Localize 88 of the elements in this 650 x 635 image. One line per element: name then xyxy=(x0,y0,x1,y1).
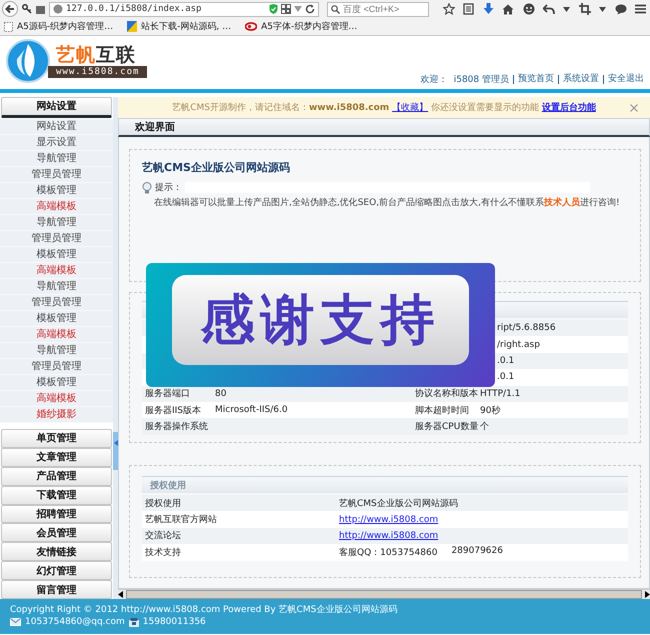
website-link[interactable]: http://www.i5808.com xyxy=(339,530,438,541)
tile-icon xyxy=(127,21,138,32)
chat-icon[interactable] xyxy=(614,4,627,14)
table-cell: 交流论坛 xyxy=(145,531,181,542)
website-link[interactable]: http://www.i5808.com xyxy=(339,514,438,525)
table-cell-text: 客服QQ：1053754860 xyxy=(339,546,438,559)
table-cell: 授权使用 xyxy=(145,498,181,509)
table-cell: 技术支持 xyxy=(145,548,181,558)
table-cell: 协议名称和版本 xyxy=(415,389,478,400)
smiley-icon[interactable] xyxy=(522,3,535,15)
close-icon[interactable] xyxy=(630,104,638,112)
menu-group-header[interactable]: 文章管理 xyxy=(1,448,112,467)
sail-logo-icon xyxy=(6,39,50,83)
menu-group-header[interactable]: 网站设置 xyxy=(1,97,112,118)
table-cell: 服务器操作系统 xyxy=(145,422,208,432)
phone-text: 15980011356 xyxy=(142,616,206,628)
notice-text: 艺帆CMS开源制作，请记住域名：www.i5808.com 【收藏】 你还没设置需要显示的功能 设置后台功能 xyxy=(172,101,596,114)
bookmark-link[interactable]: A5源码-织梦内容管理… xyxy=(4,20,114,33)
settings-link[interactable]: 设置后台功能 xyxy=(542,103,596,113)
page-tab[interactable]: 欢迎界面 xyxy=(119,120,175,134)
copyright-text: Copyright Right © 2012 http://www.i5808.com Powered By 艺帆CMS企业版公司网站源码 xyxy=(10,604,398,616)
bookmark-link[interactable]: 站长下载-网站源码, … xyxy=(127,20,232,33)
download-icon[interactable] xyxy=(482,3,494,15)
table-cell: 个 xyxy=(480,422,489,432)
table-cell: 服务器端口 xyxy=(145,389,190,400)
caret-icon[interactable] xyxy=(563,6,570,12)
logo-name: 艺帆互联 xyxy=(55,44,137,66)
table-cell: 艺帆互联官方网站 xyxy=(145,515,217,526)
bookmark-link[interactable]: A5字体-织梦内容管理… xyxy=(245,20,358,33)
logo-url: www.i5808.com xyxy=(48,66,148,78)
header-link[interactable]: 预览首页 xyxy=(513,75,558,84)
qr-code-icon[interactable] xyxy=(281,4,291,14)
email-text: 1053754860@qq.com xyxy=(25,616,125,628)
lightbulb-icon xyxy=(142,182,152,194)
star-icon[interactable] xyxy=(443,3,455,15)
blank-page-icon xyxy=(4,22,13,32)
intro-title: 艺帆CMS企业版公司网站源码 xyxy=(142,160,291,175)
swoosh-icon xyxy=(245,22,258,31)
reader-icon[interactable] xyxy=(463,3,474,15)
home-icon[interactable] xyxy=(502,4,514,14)
phone-icon xyxy=(128,618,139,626)
table-cell: HTTP/1.1 xyxy=(480,388,520,399)
menu-group-header[interactable]: 产品管理 xyxy=(1,466,112,486)
search-field[interactable]: 百度 <Ctrl+K> xyxy=(327,2,429,16)
bookmark-link[interactable]: 【收藏】 xyxy=(392,103,428,113)
welcome-label: 欢迎： xyxy=(420,74,448,86)
address-field[interactable]: 127.0.0.1/i5808/index.asp xyxy=(66,4,266,14)
search-icon xyxy=(331,4,340,14)
page-icon[interactable] xyxy=(36,4,45,14)
user-name: i5808 管理员 xyxy=(454,74,509,86)
crop-icon[interactable] xyxy=(578,3,591,15)
table-cell: 90秒 xyxy=(480,406,500,416)
menu-group-header[interactable]: 留言管理 xyxy=(1,580,112,600)
table-cell: Microsoft-IIS/6.0 xyxy=(215,405,288,416)
key-icon[interactable] xyxy=(22,4,32,14)
table-cell: ript/5.6.8856 xyxy=(497,323,556,334)
back-arrow-icon xyxy=(4,3,16,15)
table-cell: /right.asp xyxy=(497,340,540,350)
menu-group-header[interactable]: 招聘管理 xyxy=(1,504,112,524)
menu-group-header[interactable]: 下载管理 xyxy=(1,486,112,505)
table-cell-text: 艺帆CMS企业版公司网站源码 xyxy=(339,498,458,510)
table-cell: 80 xyxy=(215,388,226,399)
menu-group-header[interactable]: 幻灯管理 xyxy=(1,561,112,580)
table-cell: 脚本超时时间 xyxy=(415,406,469,416)
mail-icon xyxy=(10,618,21,626)
undo-icon[interactable] xyxy=(542,4,555,14)
menu-icon[interactable] xyxy=(634,4,646,14)
reload-icon[interactable] xyxy=(305,4,315,14)
tip-text: 在线编辑器可以批量上传产品图片,全站伪静态,优化SEO,前台产品缩略图点击放大,有什么不懂联系技术人员进行咨询! xyxy=(154,196,621,209)
header-link[interactable]: 安全退出 xyxy=(603,75,648,84)
table-cell: 服务器CPU数量 xyxy=(415,422,478,432)
scroll-right-icon[interactable] xyxy=(644,591,650,598)
menu-group-header[interactable]: 会员管理 xyxy=(1,523,112,542)
back-button[interactable] xyxy=(2,1,18,17)
tip-label: 提示： xyxy=(155,182,182,194)
table-cell-text: 289079626 xyxy=(451,546,503,558)
caret-icon[interactable] xyxy=(599,6,606,12)
table-cell: .0.1 xyxy=(497,356,514,366)
address-bar[interactable]: 127.0.0.1/i5808/index.asp xyxy=(49,2,319,16)
table-title: 授权使用 xyxy=(150,480,186,492)
table-cell: 服务器IIS版本 xyxy=(145,406,202,416)
collapse-handle[interactable] xyxy=(113,432,118,470)
menu-group-header[interactable]: 单页管理 xyxy=(1,428,112,448)
horizontal-scrollbar[interactable] xyxy=(118,589,650,599)
menu-group-header[interactable]: 友情链接 xyxy=(1,542,112,562)
banner-text: 感谢支持 xyxy=(200,286,440,352)
table-cell: .0.1 xyxy=(497,372,514,382)
header-link[interactable]: 系统设置 xyxy=(558,75,603,84)
